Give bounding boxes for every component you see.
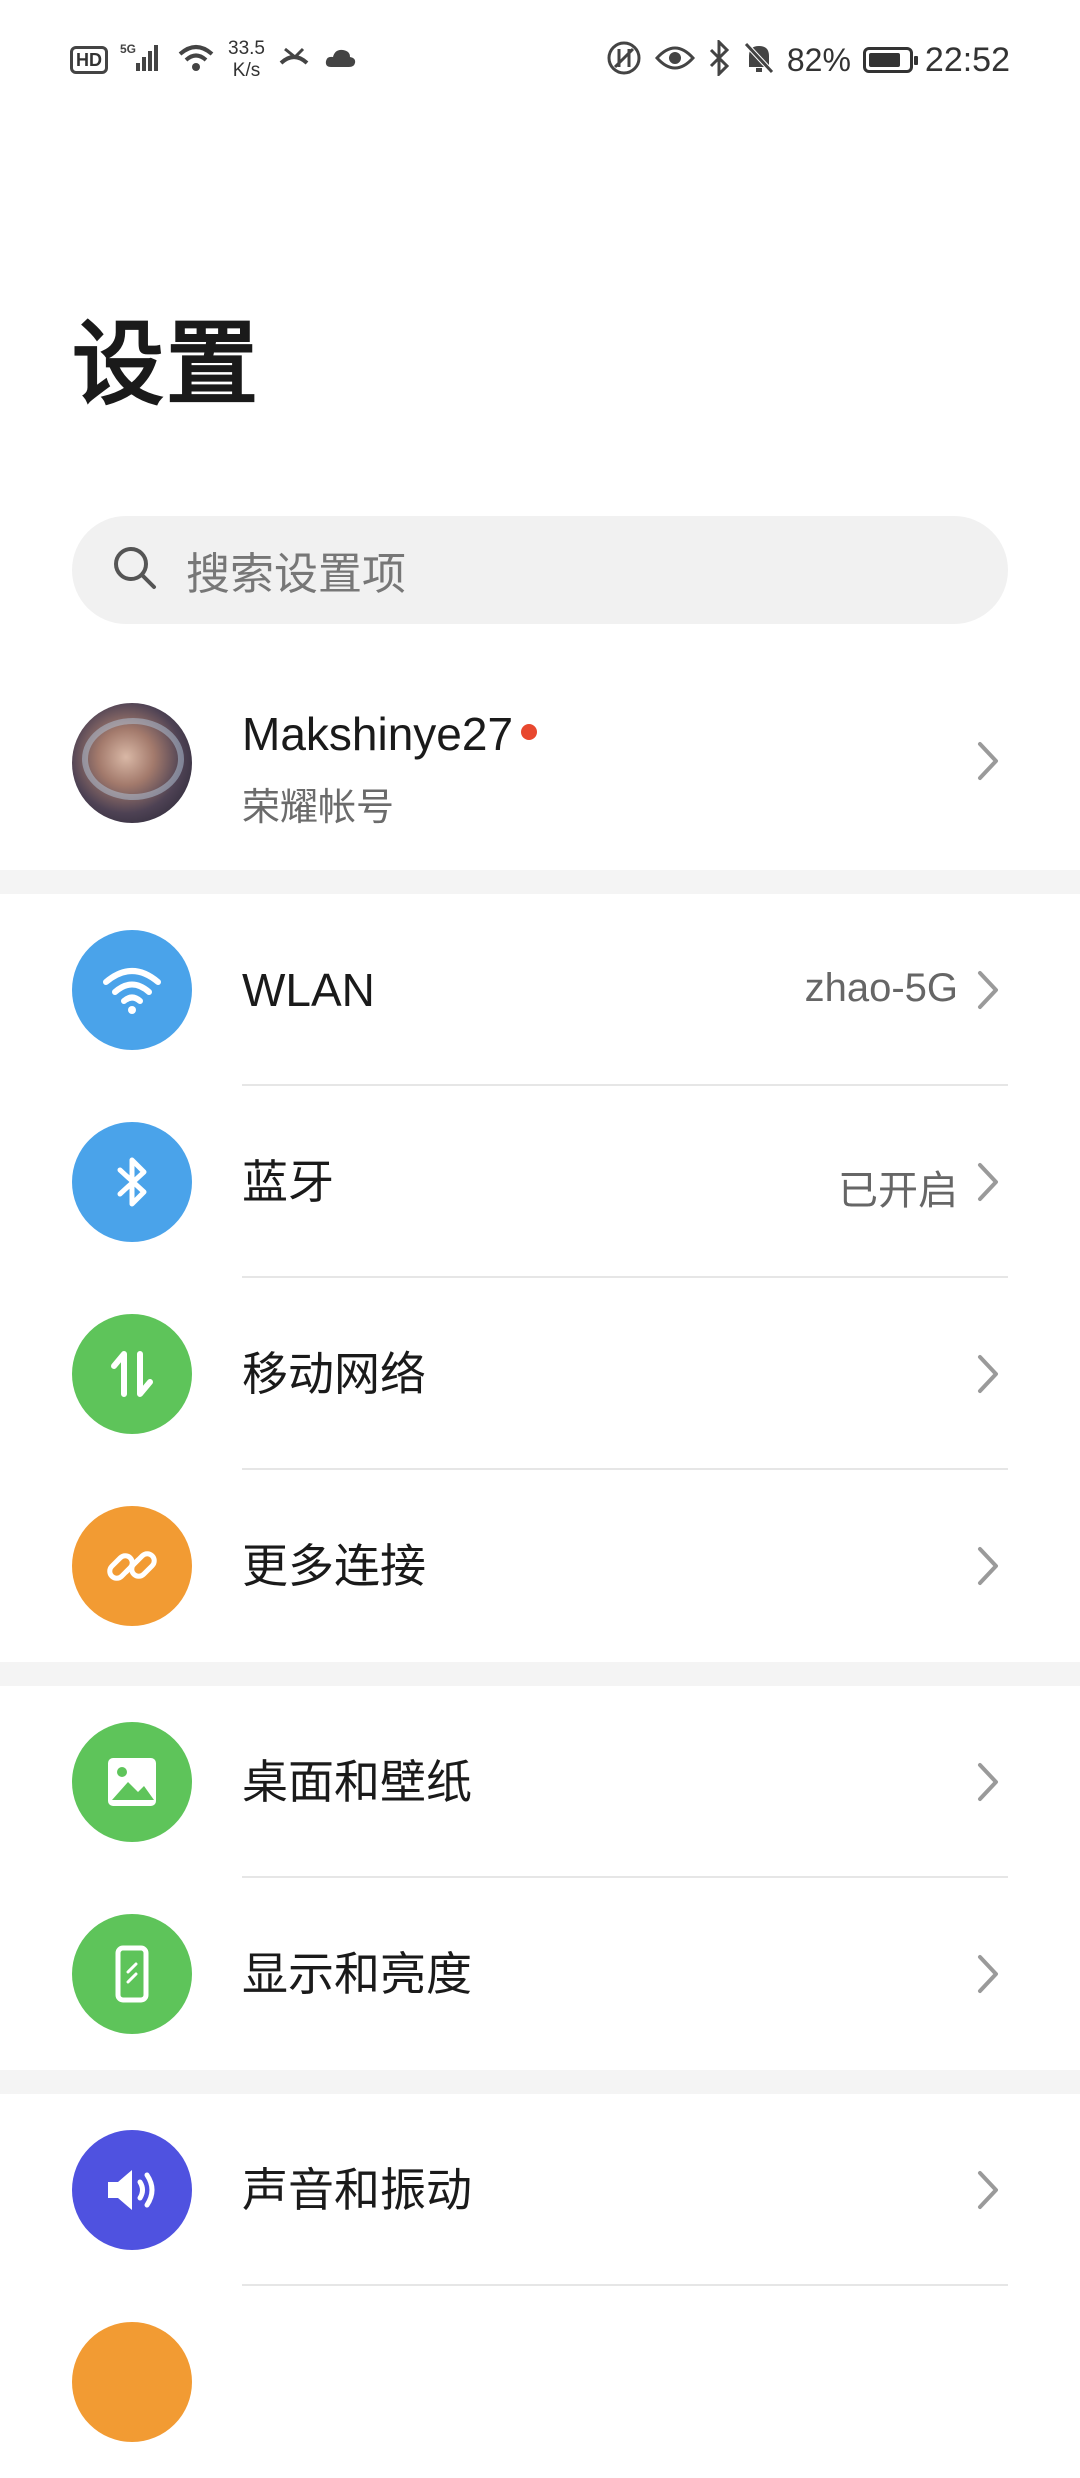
settings-item-wallpaper[interactable]: 桌面和壁纸 — [0, 1686, 1080, 1878]
settings-item-label: 更多连接 — [242, 1539, 426, 1593]
hd-icon: HD — [70, 46, 108, 74]
wallpaper-icon — [72, 1722, 192, 1842]
link-icon — [72, 1506, 192, 1626]
settings-item-label: 蓝牙 — [242, 1155, 334, 1209]
settings-item-sound[interactable]: 声音和振动 — [0, 2094, 1080, 2286]
battery-icon — [862, 47, 918, 73]
settings-item-label: WLAN — [242, 964, 375, 1016]
clock: 22:52 — [924, 40, 1010, 79]
cloud-icon — [323, 45, 357, 76]
status-left: HD 5G 33.5 K/s — [70, 38, 357, 82]
settings-item-label: 移动网络 — [242, 1347, 426, 1401]
group-separator — [0, 870, 1080, 894]
battery-percent: 82% — [786, 41, 851, 78]
chevron-right-icon — [972, 1353, 1002, 1393]
bluetooth-icon — [72, 1122, 192, 1242]
account-name: Makshinye27 — [242, 707, 538, 761]
notification-dot — [521, 723, 538, 740]
account-row[interactable]: Makshinye27 荣耀帐号 — [0, 700, 1080, 870]
status-bar: HD 5G 33.5 K/s 82% 22:52 — [0, 0, 1080, 120]
search-icon — [110, 543, 160, 597]
eye-comfort-icon — [654, 44, 695, 77]
status-right: 82% 22:52 — [605, 37, 1010, 82]
network-speed: 33.5 K/s — [228, 38, 265, 81]
wifi-status-icon — [176, 42, 216, 79]
chevron-right-icon — [972, 969, 1002, 1009]
settings-item-value: zhao-5G — [804, 966, 958, 1010]
settings-item-display[interactable]: 显示和亮度 — [0, 1878, 1080, 2070]
silent-icon — [743, 41, 775, 80]
chevron-right-icon — [972, 2169, 1002, 2209]
settings-item-bluetooth[interactable]: 蓝牙 已开启 — [0, 1086, 1080, 1278]
page-title: 设置 — [72, 311, 261, 418]
settings-item-label: 桌面和壁纸 — [242, 1755, 472, 1809]
chevron-right-icon — [972, 740, 1002, 780]
partial-icon — [72, 2322, 192, 2442]
settings-item-partial[interactable] — [0, 2286, 1080, 2478]
search-bar[interactable]: 搜索设置项 — [72, 516, 1008, 624]
bluetooth-status-icon — [707, 37, 731, 81]
mobile-data-icon — [72, 1314, 192, 1434]
chevron-right-icon — [972, 1761, 1002, 1801]
group-separator — [0, 2070, 1080, 2094]
chevron-right-icon — [972, 1161, 1002, 1201]
svg-text:5G: 5G — [120, 42, 136, 56]
settings-item-label: 声音和振动 — [242, 2163, 472, 2217]
account-subtitle: 荣耀帐号 — [242, 785, 395, 829]
settings-item-wlan[interactable]: WLAN zhao-5G — [0, 894, 1080, 1086]
avatar — [72, 703, 192, 823]
display-icon — [72, 1914, 192, 2034]
search-placeholder: 搜索设置项 — [186, 549, 406, 600]
chevron-right-icon — [972, 1545, 1002, 1585]
missed-call-icon — [277, 43, 311, 78]
sound-icon — [72, 2130, 192, 2250]
settings-item-value: 已开启 — [838, 1168, 958, 1214]
chevron-right-icon — [972, 1953, 1002, 1993]
signal-icon: 5G — [120, 41, 164, 80]
settings-item-label: 显示和亮度 — [242, 1947, 472, 2001]
no-data-icon — [605, 39, 643, 82]
group-separator — [0, 1662, 1080, 1686]
settings-item-mobile-network[interactable]: 移动网络 — [0, 1278, 1080, 1470]
wifi-icon — [72, 930, 192, 1050]
settings-item-more-connections[interactable]: 更多连接 — [0, 1470, 1080, 1662]
